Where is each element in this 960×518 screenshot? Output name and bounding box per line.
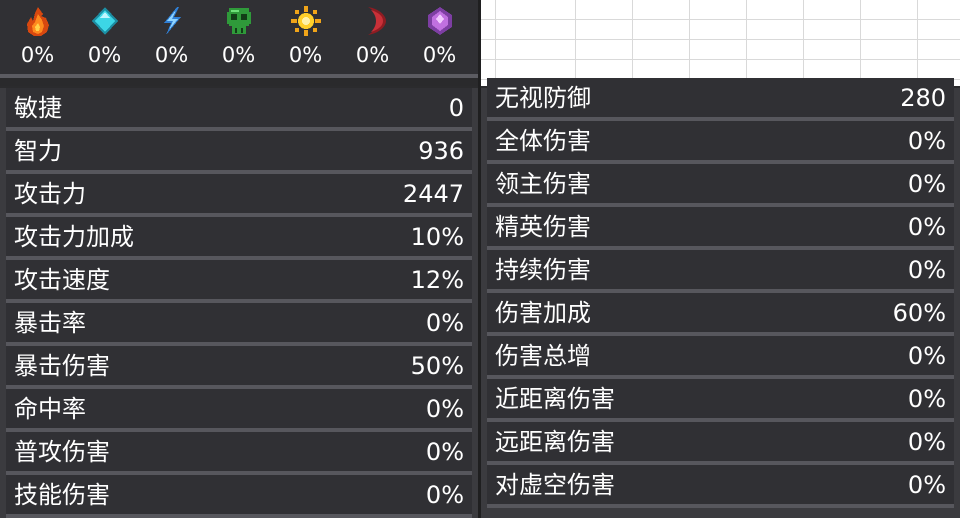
- stat-value: 0: [448, 94, 464, 122]
- stat-label: 暴击率: [14, 309, 86, 337]
- stat-row-ranged-damage: 远距离伤害 0%: [487, 422, 954, 466]
- poison-resistance-value: 0%: [221, 43, 256, 67]
- stat-row-boss-damage: 领主伤害 0%: [487, 164, 954, 208]
- stat-row-attack: 攻击力 2447: [6, 174, 472, 218]
- stat-row-attack-bonus: 攻击力加成 10%: [6, 217, 472, 261]
- stat-row-crit-rate: 暴击率 0%: [6, 303, 472, 347]
- stat-label: 全体伤害: [495, 127, 591, 155]
- stat-value: 0%: [907, 256, 946, 284]
- divider: [0, 78, 478, 86]
- stat-label: 无视防御: [495, 84, 591, 112]
- stat-row-dot-damage: 持续伤害 0%: [487, 250, 954, 294]
- dark-resistance: 0%: [339, 0, 406, 74]
- stat-label: 对虚空伤害: [495, 471, 615, 499]
- stat-label: 攻击力加成: [14, 223, 134, 251]
- stat-value: 0%: [907, 127, 946, 155]
- sun-icon: [289, 4, 323, 38]
- light-resistance: 0%: [272, 0, 339, 74]
- stat-label: 技能伤害: [14, 481, 110, 509]
- stat-value: 0%: [907, 385, 946, 413]
- stat-label: 伤害加成: [495, 299, 591, 327]
- stat-row-agility: 敏捷 0: [6, 88, 472, 132]
- poison-resistance: 0%: [205, 0, 272, 74]
- stat-label: 精英伤害: [495, 213, 591, 241]
- stat-value: 0%: [425, 309, 464, 337]
- lightning-icon: [155, 4, 189, 38]
- stat-value: 0%: [907, 471, 946, 499]
- stat-row-total-damage-increase: 伤害总增 0%: [487, 336, 954, 380]
- stat-value: 0%: [907, 428, 946, 456]
- fire-resistance: 0%: [4, 0, 71, 74]
- void-resistance: 0%: [406, 0, 473, 74]
- ice-resistance: 0%: [71, 0, 138, 74]
- stat-value: 60%: [892, 299, 946, 327]
- stat-row-basic-attack-damage: 普攻伤害 0%: [6, 432, 472, 476]
- spreadsheet-grid: [481, 0, 960, 86]
- stat-row-ignore-defense: 无视防御 280: [487, 78, 954, 122]
- poison-skull-icon: [222, 4, 256, 38]
- stat-value: 0%: [425, 438, 464, 466]
- stat-row-attack-speed: 攻击速度 12%: [6, 260, 472, 304]
- stat-label: 智力: [14, 137, 62, 165]
- stat-label: 暴击伤害: [14, 352, 110, 380]
- lightning-resistance: 0%: [138, 0, 205, 74]
- stat-value: 280: [900, 84, 946, 112]
- attribute-stats-panel: 敏捷 0 智力 936 攻击力 2447 攻击力加成 10% 攻击速度 12% …: [0, 88, 478, 518]
- stat-label: 命中率: [14, 395, 86, 423]
- void-resistance-value: 0%: [422, 43, 457, 67]
- stat-label: 近距离伤害: [495, 385, 615, 413]
- crescent-moon-icon: [356, 4, 390, 38]
- stat-row-skill-damage: 技能伤害 0%: [6, 475, 472, 518]
- lightning-resistance-value: 0%: [154, 43, 189, 67]
- stat-label: 伤害总增: [495, 342, 591, 370]
- stat-row-damage-bonus: 伤害加成 60%: [487, 293, 954, 337]
- stat-row-elite-damage: 精英伤害 0%: [487, 207, 954, 251]
- damage-stats-panel[interactable]: 无视防御 280 全体伤害 0% 领主伤害 0% 精英伤害 0% 持续伤害 0%…: [481, 78, 960, 518]
- ice-crystal-icon: [88, 4, 122, 38]
- stat-row-void-damage: 对虚空伤害 0%: [487, 465, 954, 509]
- stat-label: 领主伤害: [495, 170, 591, 198]
- ice-resistance-value: 0%: [87, 43, 122, 67]
- fire-resistance-value: 0%: [20, 43, 55, 67]
- stat-label: 远距离伤害: [495, 428, 615, 456]
- void-crystal-icon: [423, 4, 457, 38]
- stat-value: 0%: [907, 170, 946, 198]
- fire-icon: [21, 4, 55, 38]
- stat-label: 攻击速度: [14, 266, 110, 294]
- stat-label: 攻击力: [14, 180, 86, 208]
- stat-value: 936: [418, 137, 464, 165]
- stat-label: 持续伤害: [495, 256, 591, 284]
- stat-value: 2447: [402, 180, 464, 208]
- stat-label: 普攻伤害: [14, 438, 110, 466]
- stat-row-intelligence: 智力 936: [6, 131, 472, 175]
- stat-row-all-damage: 全体伤害 0%: [487, 121, 954, 165]
- stat-value: 50%: [410, 352, 464, 380]
- stat-value: 0%: [425, 395, 464, 423]
- stat-row-hit-rate: 命中率 0%: [6, 389, 472, 433]
- elemental-resistance-panel: 0% 0% 0% 0% 0% 0% 0%: [0, 0, 478, 86]
- stat-value: 0%: [425, 481, 464, 509]
- stat-label: 敏捷: [14, 94, 62, 122]
- stat-value: 12%: [410, 266, 464, 294]
- stat-value: 10%: [410, 223, 464, 251]
- stat-row-crit-damage: 暴击伤害 50%: [6, 346, 472, 390]
- stat-value: 0%: [907, 342, 946, 370]
- light-resistance-value: 0%: [288, 43, 323, 67]
- stat-value: 0%: [907, 213, 946, 241]
- stat-row-melee-damage: 近距离伤害 0%: [487, 379, 954, 423]
- dark-resistance-value: 0%: [355, 43, 390, 67]
